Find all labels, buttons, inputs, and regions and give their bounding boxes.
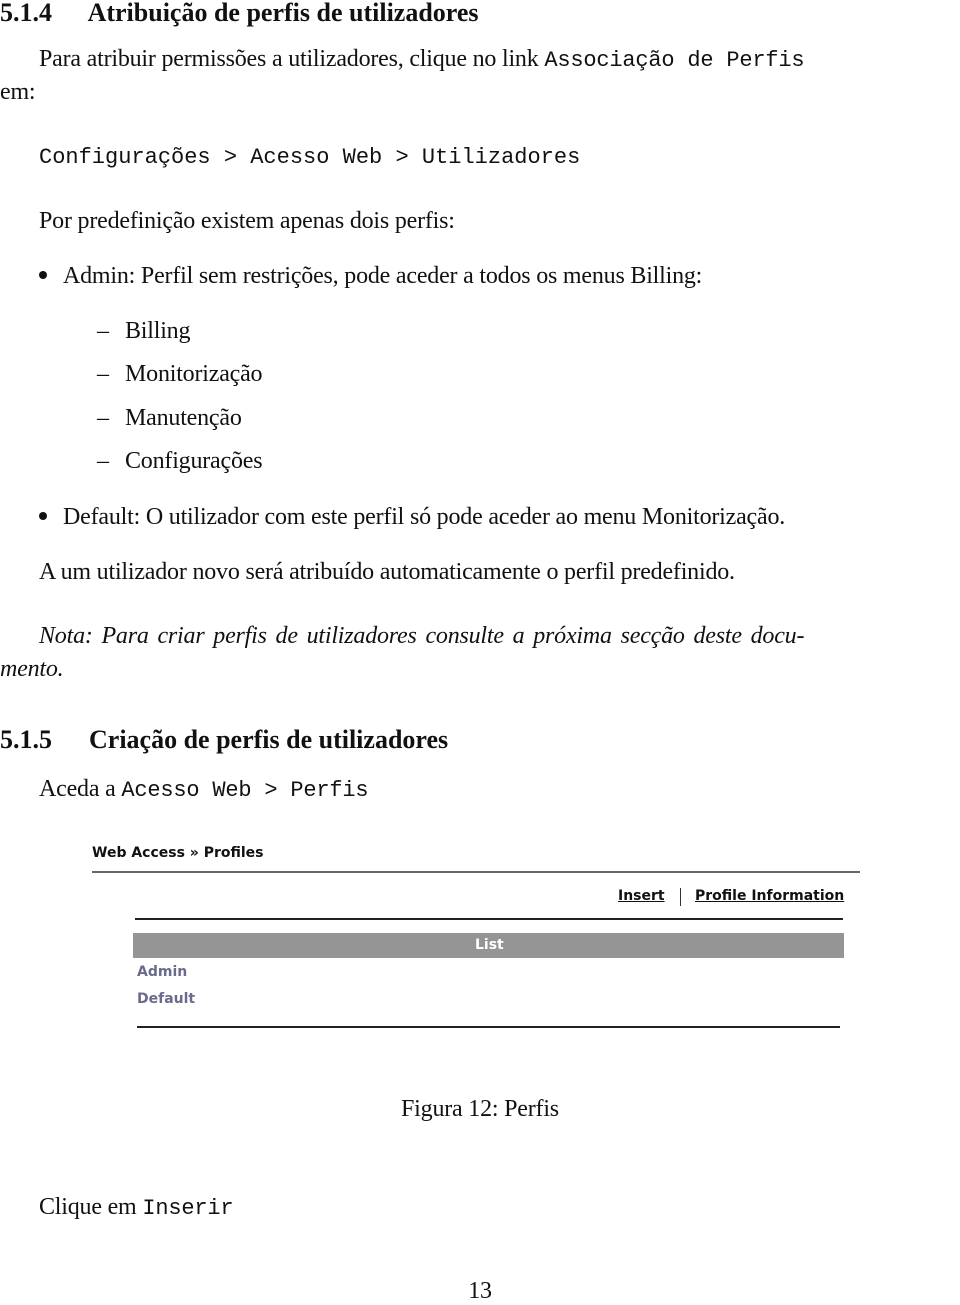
auto-assign-text: A um utilizador novo será atribuído auto… [39,559,735,585]
dash-icon: – [97,318,109,344]
section-title: Criação de perfis de utilizadores [89,725,449,754]
section-title: Atribuição de perfis de utilizadores [87,0,479,27]
section-number: 5.1.5 [0,725,52,754]
section-number: 5.1.4 [0,0,52,27]
dash-icon: – [97,361,109,387]
dash-icon: – [97,448,109,474]
intro-paragraph: Para atribuir permissões a utilizadores,… [39,46,805,73]
click-insert-instruction: Clique em Inserir [39,1194,234,1221]
section-heading-5-1-5: 5.1.5 Criação de perfis de utilizadores [0,725,448,755]
sub-item-configuracoes: – Configurações [97,448,263,474]
access-instruction: Aceda a Acesso Web > Perfis [39,776,369,803]
inserir-code: Inserir [142,1196,234,1221]
intro-continuation: em: [0,79,36,105]
defaults-text: Por predefinição existem apenas dois per… [39,208,455,234]
profile-link-default[interactable]: Default [137,991,195,1007]
access-path-code: Acesso Web > Perfis [121,778,369,803]
profile-information-link[interactable]: Profile Information [695,888,844,904]
insert-link[interactable]: Insert [618,888,665,904]
section-heading-5-1-4: 5.1.4 Atribuição de perfis de utilizador… [0,0,479,28]
list-header-label: List [475,937,504,953]
figure-caption: Figura 12: Perfis [401,1096,559,1122]
bullet-default: Default: O utilizador com este perfil só… [39,504,785,531]
dash-icon: – [97,405,109,431]
web-breadcrumb: Web Access » Profiles [92,845,264,861]
bullet-icon [39,271,47,280]
list-footer-divider [137,1026,840,1028]
links-divider [135,918,843,920]
link-separator [680,888,681,906]
menu-path: Configurações > Acesso Web > Utilizadore… [39,145,581,170]
bullet-icon [39,512,47,521]
sub-item-manutencao: – Manutenção [97,405,242,431]
header-divider [92,871,860,873]
note-line-1: Nota: Para criar perfis de utilizadores … [39,623,805,649]
sub-item-billing: – Billing [97,318,191,344]
intro-text: Para atribuir permissões a utilizadores,… [39,46,545,72]
intro-link-code: Associação de Perfis [544,48,805,73]
page-number: 13 [468,1278,492,1304]
profile-link-admin[interactable]: Admin [137,964,187,980]
note-line-2: mento. [0,656,64,682]
sub-item-monitorizacao: – Monitorização [97,361,263,387]
bullet-admin: Admin: Perfil sem restrições, pode acede… [39,263,702,290]
